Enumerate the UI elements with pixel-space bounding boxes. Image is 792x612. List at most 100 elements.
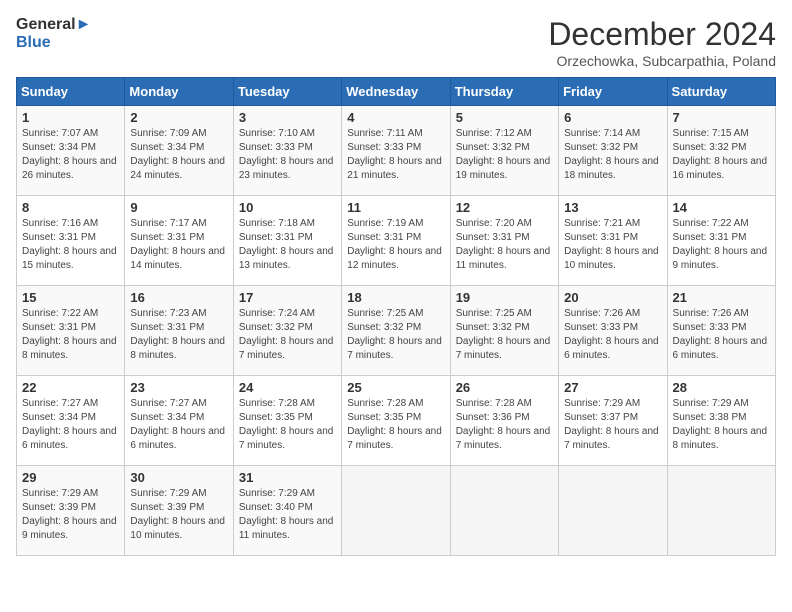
calendar-cell <box>667 466 775 556</box>
day-number: 13 <box>564 200 661 215</box>
calendar-cell: 12 Sunrise: 7:20 AMSunset: 3:31 PMDaylig… <box>450 196 558 286</box>
day-info: Sunrise: 7:27 AMSunset: 3:34 PMDaylight:… <box>22 397 119 453</box>
calendar-cell: 17 Sunrise: 7:24 AMSunset: 3:32 PMDaylig… <box>233 286 341 376</box>
day-number: 23 <box>130 380 227 395</box>
day-number: 21 <box>673 290 770 305</box>
calendar-cell: 4 Sunrise: 7:11 AMSunset: 3:33 PMDayligh… <box>342 106 450 196</box>
day-info: Sunrise: 7:17 AMSunset: 3:31 PMDaylight:… <box>130 217 227 273</box>
calendar-cell: 5 Sunrise: 7:12 AMSunset: 3:32 PMDayligh… <box>450 106 558 196</box>
day-number: 19 <box>456 290 553 305</box>
day-number: 16 <box>130 290 227 305</box>
day-info: Sunrise: 7:10 AMSunset: 3:33 PMDaylight:… <box>239 127 336 183</box>
day-number: 7 <box>673 110 770 125</box>
calendar-table: SundayMondayTuesdayWednesdayThursdayFrid… <box>16 77 776 556</box>
day-info: Sunrise: 7:16 AMSunset: 3:31 PMDaylight:… <box>22 217 119 273</box>
day-info: Sunrise: 7:09 AMSunset: 3:34 PMDaylight:… <box>130 127 227 183</box>
day-info: Sunrise: 7:29 AMSunset: 3:40 PMDaylight:… <box>239 487 336 543</box>
calendar-cell: 24 Sunrise: 7:28 AMSunset: 3:35 PMDaylig… <box>233 376 341 466</box>
calendar-cell: 16 Sunrise: 7:23 AMSunset: 3:31 PMDaylig… <box>125 286 233 376</box>
day-number: 8 <box>22 200 119 215</box>
column-header-thursday: Thursday <box>450 78 558 106</box>
day-info: Sunrise: 7:22 AMSunset: 3:31 PMDaylight:… <box>22 307 119 363</box>
calendar-cell: 7 Sunrise: 7:15 AMSunset: 3:32 PMDayligh… <box>667 106 775 196</box>
day-info: Sunrise: 7:25 AMSunset: 3:32 PMDaylight:… <box>456 307 553 363</box>
column-header-wednesday: Wednesday <box>342 78 450 106</box>
calendar-cell: 15 Sunrise: 7:22 AMSunset: 3:31 PMDaylig… <box>17 286 125 376</box>
calendar-cell: 18 Sunrise: 7:25 AMSunset: 3:32 PMDaylig… <box>342 286 450 376</box>
day-info: Sunrise: 7:26 AMSunset: 3:33 PMDaylight:… <box>564 307 661 363</box>
month-title: December 2024 <box>548 16 776 53</box>
day-info: Sunrise: 7:07 AMSunset: 3:34 PMDaylight:… <box>22 127 119 183</box>
calendar-cell: 23 Sunrise: 7:27 AMSunset: 3:34 PMDaylig… <box>125 376 233 466</box>
calendar-cell: 31 Sunrise: 7:29 AMSunset: 3:40 PMDaylig… <box>233 466 341 556</box>
calendar-cell <box>342 466 450 556</box>
page-header: General► Blue December 2024 Orzechowka, … <box>16 16 776 69</box>
day-number: 26 <box>456 380 553 395</box>
day-info: Sunrise: 7:25 AMSunset: 3:32 PMDaylight:… <box>347 307 444 363</box>
day-number: 29 <box>22 470 119 485</box>
day-number: 6 <box>564 110 661 125</box>
calendar-week-row: 22 Sunrise: 7:27 AMSunset: 3:34 PMDaylig… <box>17 376 776 466</box>
calendar-cell: 29 Sunrise: 7:29 AMSunset: 3:39 PMDaylig… <box>17 466 125 556</box>
calendar-cell: 27 Sunrise: 7:29 AMSunset: 3:37 PMDaylig… <box>559 376 667 466</box>
day-number: 10 <box>239 200 336 215</box>
calendar-cell: 20 Sunrise: 7:26 AMSunset: 3:33 PMDaylig… <box>559 286 667 376</box>
day-number: 27 <box>564 380 661 395</box>
day-info: Sunrise: 7:23 AMSunset: 3:31 PMDaylight:… <box>130 307 227 363</box>
day-number: 5 <box>456 110 553 125</box>
calendar-cell: 10 Sunrise: 7:18 AMSunset: 3:31 PMDaylig… <box>233 196 341 286</box>
day-info: Sunrise: 7:29 AMSunset: 3:38 PMDaylight:… <box>673 397 770 453</box>
day-info: Sunrise: 7:29 AMSunset: 3:39 PMDaylight:… <box>130 487 227 543</box>
day-info: Sunrise: 7:29 AMSunset: 3:37 PMDaylight:… <box>564 397 661 453</box>
calendar-cell: 2 Sunrise: 7:09 AMSunset: 3:34 PMDayligh… <box>125 106 233 196</box>
column-header-monday: Monday <box>125 78 233 106</box>
calendar-cell: 6 Sunrise: 7:14 AMSunset: 3:32 PMDayligh… <box>559 106 667 196</box>
day-number: 4 <box>347 110 444 125</box>
calendar-header-row: SundayMondayTuesdayWednesdayThursdayFrid… <box>17 78 776 106</box>
day-number: 31 <box>239 470 336 485</box>
day-info: Sunrise: 7:28 AMSunset: 3:36 PMDaylight:… <box>456 397 553 453</box>
day-number: 24 <box>239 380 336 395</box>
calendar-cell <box>559 466 667 556</box>
day-number: 9 <box>130 200 227 215</box>
calendar-cell: 19 Sunrise: 7:25 AMSunset: 3:32 PMDaylig… <box>450 286 558 376</box>
day-number: 28 <box>673 380 770 395</box>
calendar-cell: 21 Sunrise: 7:26 AMSunset: 3:33 PMDaylig… <box>667 286 775 376</box>
day-info: Sunrise: 7:22 AMSunset: 3:31 PMDaylight:… <box>673 217 770 273</box>
day-number: 15 <box>22 290 119 305</box>
logo: General► Blue <box>16 16 91 51</box>
column-header-sunday: Sunday <box>17 78 125 106</box>
day-number: 12 <box>456 200 553 215</box>
day-info: Sunrise: 7:19 AMSunset: 3:31 PMDaylight:… <box>347 217 444 273</box>
day-info: Sunrise: 7:27 AMSunset: 3:34 PMDaylight:… <box>130 397 227 453</box>
calendar-cell: 9 Sunrise: 7:17 AMSunset: 3:31 PMDayligh… <box>125 196 233 286</box>
column-header-friday: Friday <box>559 78 667 106</box>
calendar-cell: 11 Sunrise: 7:19 AMSunset: 3:31 PMDaylig… <box>342 196 450 286</box>
day-number: 2 <box>130 110 227 125</box>
day-info: Sunrise: 7:26 AMSunset: 3:33 PMDaylight:… <box>673 307 770 363</box>
day-info: Sunrise: 7:14 AMSunset: 3:32 PMDaylight:… <box>564 127 661 183</box>
calendar-cell: 28 Sunrise: 7:29 AMSunset: 3:38 PMDaylig… <box>667 376 775 466</box>
day-info: Sunrise: 7:29 AMSunset: 3:39 PMDaylight:… <box>22 487 119 543</box>
calendar-cell: 3 Sunrise: 7:10 AMSunset: 3:33 PMDayligh… <box>233 106 341 196</box>
day-number: 3 <box>239 110 336 125</box>
location-subtitle: Orzechowka, Subcarpathia, Poland <box>548 53 776 69</box>
day-number: 14 <box>673 200 770 215</box>
calendar-week-row: 8 Sunrise: 7:16 AMSunset: 3:31 PMDayligh… <box>17 196 776 286</box>
day-info: Sunrise: 7:28 AMSunset: 3:35 PMDaylight:… <box>347 397 444 453</box>
logo-line1: General► <box>16 16 91 34</box>
logo-line2: Blue <box>16 34 51 52</box>
calendar-cell: 25 Sunrise: 7:28 AMSunset: 3:35 PMDaylig… <box>342 376 450 466</box>
day-info: Sunrise: 7:15 AMSunset: 3:32 PMDaylight:… <box>673 127 770 183</box>
day-info: Sunrise: 7:28 AMSunset: 3:35 PMDaylight:… <box>239 397 336 453</box>
day-number: 1 <box>22 110 119 125</box>
calendar-cell: 30 Sunrise: 7:29 AMSunset: 3:39 PMDaylig… <box>125 466 233 556</box>
calendar-cell: 8 Sunrise: 7:16 AMSunset: 3:31 PMDayligh… <box>17 196 125 286</box>
day-info: Sunrise: 7:24 AMSunset: 3:32 PMDaylight:… <box>239 307 336 363</box>
calendar-week-row: 1 Sunrise: 7:07 AMSunset: 3:34 PMDayligh… <box>17 106 776 196</box>
day-number: 18 <box>347 290 444 305</box>
column-header-tuesday: Tuesday <box>233 78 341 106</box>
day-number: 22 <box>22 380 119 395</box>
calendar-cell: 1 Sunrise: 7:07 AMSunset: 3:34 PMDayligh… <box>17 106 125 196</box>
day-info: Sunrise: 7:20 AMSunset: 3:31 PMDaylight:… <box>456 217 553 273</box>
